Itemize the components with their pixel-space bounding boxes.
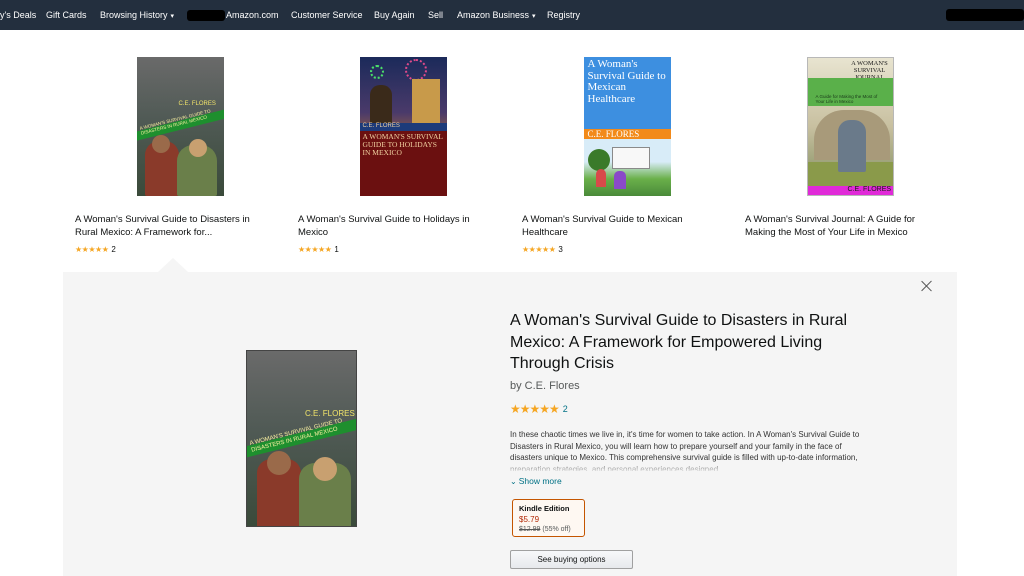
nav-browsing-history[interactable]: Browsing History ▾ bbox=[100, 10, 174, 20]
rating-count: 1 bbox=[334, 244, 339, 254]
detail-book-cover-image[interactable]: C.E. FLORES A WOMAN'S SURVIVAL GUIDE TO … bbox=[246, 350, 357, 527]
cover-author: C.E. FLORES bbox=[847, 186, 892, 193]
book-cover-image[interactable]: A Woman's Survival Guide to Mexican Heal… bbox=[583, 57, 671, 196]
book-title-link[interactable]: A Woman's Survival Guide to Mexican Heal… bbox=[522, 213, 717, 239]
close-icon[interactable] bbox=[920, 279, 934, 293]
redacted-account-area bbox=[946, 9, 1024, 21]
format-name: Kindle Edition bbox=[519, 504, 570, 513]
star-rating[interactable]: ★★★★★ 3 bbox=[522, 244, 732, 254]
chevron-down-icon: ▾ bbox=[532, 13, 536, 20]
rating-count-link[interactable]: 2 bbox=[563, 404, 568, 414]
discount-label: (55% off) bbox=[542, 526, 571, 533]
redacted-user-name bbox=[187, 10, 225, 21]
nav-amazon-business-label: Amazon Business bbox=[457, 10, 530, 20]
carousel-item[interactable]: A WOMAN'S SURVIVAL JOURNAL A Guide for M… bbox=[745, 57, 955, 239]
description-fade bbox=[510, 461, 865, 473]
nav-registry[interactable]: Registry bbox=[547, 10, 580, 20]
cover-title: A Woman's Survival Guide to Mexican Heal… bbox=[587, 58, 666, 105]
format-list-price: $12.99 (55% off) bbox=[519, 526, 578, 533]
stars-icon: ★★★★★ bbox=[75, 244, 109, 254]
cover-author: C.E. FLORES bbox=[587, 129, 640, 139]
book-title-link[interactable]: A Woman's Survival Guide to Disasters in… bbox=[75, 213, 270, 239]
rating-count: 2 bbox=[111, 244, 116, 254]
see-buying-options-button[interactable]: See buying options bbox=[510, 550, 633, 569]
nav-amazon-business[interactable]: Amazon Business ▾ bbox=[457, 10, 536, 20]
detail-title-link[interactable]: A Woman's Survival Guide to Disasters in… bbox=[510, 310, 870, 375]
show-more-label: Show more bbox=[518, 476, 562, 486]
nav-browsing-history-label: Browsing History bbox=[100, 10, 168, 20]
book-cover-image[interactable]: C.E. FLORES A WOMAN'S SURVIVAL GUIDE TO … bbox=[359, 57, 447, 196]
chevron-down-icon: ▾ bbox=[170, 13, 175, 20]
rating-count: 3 bbox=[558, 244, 563, 254]
star-rating[interactable]: ★★★★★ 2 bbox=[75, 244, 285, 254]
detail-star-rating[interactable]: ★★★★★ 2 bbox=[510, 402, 568, 416]
book-cover-image[interactable]: A WOMAN'S SURVIVAL JOURNAL A Guide for M… bbox=[806, 57, 894, 196]
stars-icon: ★★★★★ bbox=[298, 244, 332, 254]
nav-customer-service[interactable]: Customer Service bbox=[291, 10, 363, 20]
cover-author: C.E. FLORES bbox=[362, 123, 400, 129]
chevron-down-icon: ⌄ bbox=[510, 477, 517, 486]
format-price: $5.79 bbox=[519, 515, 540, 524]
nav-todays-deals[interactable]: y's Deals bbox=[0, 10, 36, 20]
stars-icon: ★★★★★ bbox=[510, 402, 560, 416]
book-title-link[interactable]: A Woman's Survival Guide to Holidays in … bbox=[298, 213, 493, 239]
top-nav-bar: y's Deals Gift Cards Browsing History ▾ A… bbox=[0, 0, 1024, 30]
cover-title: A WOMAN'S SURVIVAL GUIDE TO HOLIDAYS IN … bbox=[362, 132, 443, 157]
book-detail-panel: C.E. FLORES A WOMAN'S SURVIVAL GUIDE TO … bbox=[63, 272, 957, 576]
detail-author: by C.E. Flores bbox=[510, 380, 580, 392]
book-title-link[interactable]: A Woman's Survival Journal: A Guide for … bbox=[745, 213, 940, 239]
carousel-item[interactable]: C.E. FLORES A WOMAN'S SURVIVAL GUIDE TO … bbox=[75, 57, 285, 254]
panel-pointer bbox=[158, 258, 188, 272]
cover-subtitle: A Guide for Making the Most of Your Life… bbox=[815, 94, 878, 104]
nav-sell[interactable]: Sell bbox=[428, 10, 443, 20]
stars-icon: ★★★★★ bbox=[522, 244, 556, 254]
carousel-item[interactable]: C.E. FLORES A WOMAN'S SURVIVAL GUIDE TO … bbox=[298, 57, 508, 254]
star-rating[interactable]: ★★★★★ 1 bbox=[298, 244, 508, 254]
format-option-kindle[interactable]: Kindle Edition $5.79 $12.99 (55% off) bbox=[512, 499, 585, 537]
cover-author: C.E. FLORES bbox=[178, 101, 216, 107]
carousel-item[interactable]: A Woman's Survival Guide to Mexican Heal… bbox=[522, 57, 732, 254]
nav-gift-cards[interactable]: Gift Cards bbox=[46, 10, 87, 20]
nav-buy-again[interactable]: Buy Again bbox=[374, 10, 415, 20]
show-more-link[interactable]: ⌄ Show more bbox=[510, 476, 562, 486]
list-price: $12.99 bbox=[519, 526, 541, 533]
nav-amazon-com[interactable]: Amazon.com bbox=[226, 10, 279, 20]
book-cover-image[interactable]: C.E. FLORES A WOMAN'S SURVIVAL GUIDE TO … bbox=[136, 57, 224, 196]
